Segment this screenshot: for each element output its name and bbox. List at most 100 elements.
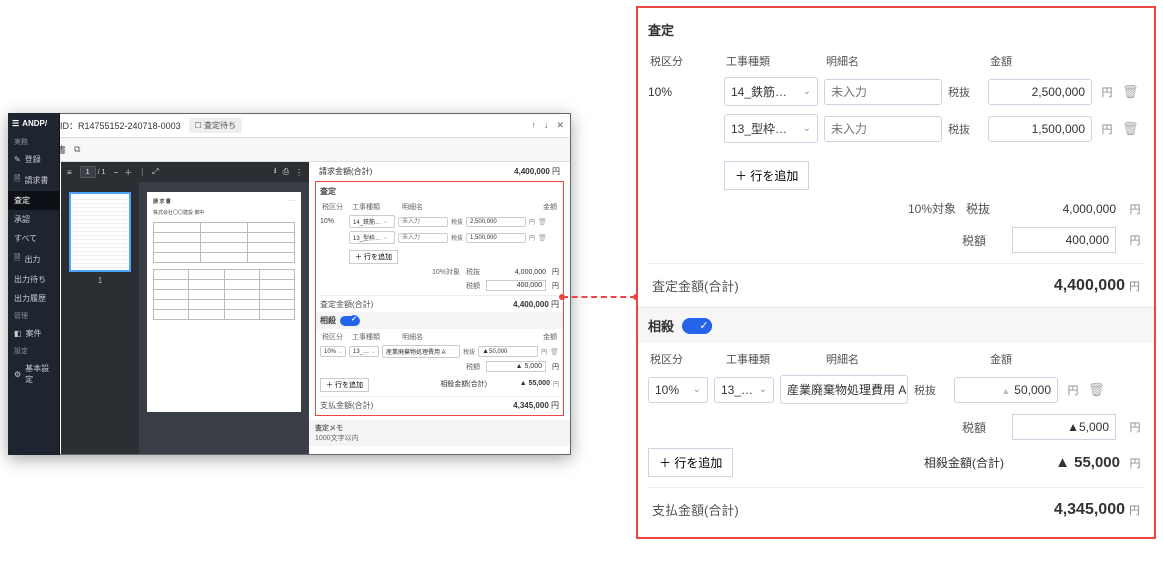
arrow-down-icon[interactable]: ↓ <box>544 120 549 131</box>
amount-input[interactable]: 1,500,000 <box>988 116 1092 142</box>
pdf-viewer: ≡ / 1 −＋｜⤢ ⭳⎙⋮ 1 請 求 書· · · 株式会社〇〇建設 御中 <box>61 162 309 454</box>
sidebar-item-settings[interactable]: ⚙基本設定 <box>8 359 59 389</box>
yen-label: 円 <box>1064 382 1082 398</box>
amount-input[interactable]: 1,500,000 <box>466 233 526 243</box>
construction-type-select[interactable]: 13_…⌄ <box>714 377 774 403</box>
download-icon[interactable]: ⭳ <box>274 165 277 179</box>
tax-amount-input[interactable]: 400,000 <box>1012 227 1116 253</box>
sidebar-item-register[interactable]: ✎登録 <box>8 150 59 169</box>
construction-type-select[interactable]: 13_… <box>349 346 379 357</box>
sidebar-item-output-wait[interactable]: 出力待ち <box>8 270 59 289</box>
assess-section-title: 査定 <box>320 184 559 199</box>
thumbnails-panel: 1 <box>61 182 139 454</box>
column-headers: 税区分 工事種類 明細名 金額 <box>648 53 1144 69</box>
highlighted-panel: 査定 税区分工事種類明細名金額 10% 14_鉄筋… 税抜 2,500,000 … <box>315 181 564 416</box>
sidebar-item-approval[interactable]: 承認 <box>8 210 59 229</box>
sidebar-item-assessment[interactable]: 査定 <box>8 191 59 210</box>
app-window: 🗎 請求書ID：R14755152-240718-0003 ☐ 査定待ち ↑ ↓… <box>8 113 571 455</box>
trash-icon[interactable]: 🗑 <box>1088 382 1104 398</box>
yen-label: 円 <box>1098 121 1116 137</box>
page-thumbnail[interactable] <box>69 192 131 272</box>
sidebar-section: 実務 <box>8 134 59 150</box>
print-icon[interactable]: ⎙ <box>283 167 289 177</box>
add-row-button[interactable]: ＋ 行を追加 <box>648 448 733 477</box>
request-total-amount: 4,400,000 <box>514 167 550 176</box>
request-total-label: 請求金額(合計) <box>319 166 372 177</box>
zoom-in-icon[interactable]: ＋ <box>124 167 132 178</box>
offset-row: 10%⌄ 13_…⌄ 産業廃棄物処理費用 A 税抜 ▲50,000 円 🗑 <box>648 375 1144 404</box>
tax-amount-input[interactable]: ▲5,000 <box>1012 414 1116 440</box>
menu-icon[interactable]: ≡ <box>67 168 72 177</box>
assessment-row: 13_型枠…⌄ 税抜 1,500,000 円 🗑 <box>648 114 1144 143</box>
yen-label: 円 <box>1098 84 1116 100</box>
tax-excl-label: 税抜 <box>948 84 982 100</box>
subtotal-excl: 4,000,000 <box>1016 202 1116 216</box>
column-headers: 税区分 工事種類 明細名 金額 <box>648 351 1144 367</box>
sidebar-item-output[interactable]: 🗎出力 <box>8 248 59 270</box>
page-total: / 1 <box>98 169 106 176</box>
connector-line <box>562 296 636 298</box>
tax-rate-label: 10% <box>648 85 718 99</box>
construction-type-select[interactable]: 13_型枠…⌄ <box>724 114 818 143</box>
pdf-page-content: 請 求 書· · · 株式会社〇〇建設 御中 <box>147 192 301 412</box>
trash-icon[interactable]: 🗑 <box>1122 84 1138 100</box>
sidebar-item-output-hist[interactable]: 出力履歴 <box>8 289 59 308</box>
page-current-input[interactable] <box>80 166 96 178</box>
offset-name-input[interactable]: 産業廃棄物処理費用 A <box>382 345 460 358</box>
sidebar-item-invoice[interactable]: 🗎請求書 <box>8 169 59 191</box>
assess-section-title: 査定 <box>648 14 1144 45</box>
memo-section: 査定メモ1000文字以内 <box>309 420 570 446</box>
zoom-out-icon[interactable]: − <box>113 168 118 177</box>
offset-name-input[interactable]: 産業廃棄物処理費用 A <box>780 375 908 404</box>
sidebar-item-all[interactable]: すべて <box>8 229 59 248</box>
pdf-toolbar: ≡ / 1 −＋｜⤢ ⭳⎙⋮ <box>61 162 309 182</box>
tax-excl-label: 税抜 <box>914 382 948 398</box>
amount-input[interactable]: 2,500,000 <box>988 79 1092 105</box>
trash-icon[interactable]: 🗑 <box>538 218 547 226</box>
assess-total-label: 査定金額(合計) <box>652 276 739 295</box>
more-icon[interactable]: ⋮ <box>295 168 303 177</box>
arrow-up-icon[interactable]: ↑ <box>531 120 536 131</box>
offset-total-amount: ▲ 55,000 <box>1010 454 1120 471</box>
sidebar-item-project[interactable]: ◧案件 <box>8 324 59 343</box>
trash-icon[interactable]: 🗑 <box>550 348 559 356</box>
detail-name-input[interactable] <box>824 116 942 142</box>
left-sidebar: ☰ANDP/ 実務 ✎登録 🗎請求書 査定 承認 すべて 🗎出力 出力待ち 出力… <box>8 113 60 455</box>
sidebar-section: 設定 <box>8 343 59 359</box>
tax-amount-input[interactable]: 400,000 <box>486 280 546 291</box>
tax-amount-input[interactable]: ▲ 5,000 <box>486 361 546 372</box>
offset-section-header: 相殺 <box>316 312 563 329</box>
amount-input[interactable]: ▲50,000 <box>954 377 1058 403</box>
add-row-button[interactable]: ＋ 行を追加 <box>320 378 369 392</box>
status-badge: ☐ 査定待ち <box>189 118 242 133</box>
assess-total-amount: 4,400,000 <box>1054 277 1125 294</box>
construction-type-select[interactable]: 13_型枠… <box>349 231 395 244</box>
tax-rate-select[interactable]: 10%⌄ <box>648 377 708 403</box>
assessment-row: 10% 14_鉄筋…⌄ 税抜 2,500,000 円 🗑 <box>648 77 1144 106</box>
detail-name-input[interactable] <box>824 79 942 105</box>
trash-icon[interactable]: 🗑 <box>1122 121 1138 137</box>
construction-type-select[interactable]: 14_鉄筋… <box>349 215 395 228</box>
add-row-button[interactable]: ＋ 行を追加 <box>349 250 398 264</box>
detail-pane: 請求金額(合計)4,400,000 円 査定 税区分工事種類明細名金額 10% … <box>309 162 570 454</box>
close-icon[interactable]: ✕ <box>556 120 564 131</box>
pay-total-amount: 4,345,000 <box>1054 501 1125 518</box>
construction-type-select[interactable]: 14_鉄筋…⌄ <box>724 77 818 106</box>
tax-select[interactable]: 10% <box>320 346 346 357</box>
detail-name-input[interactable] <box>398 217 448 227</box>
offset-toggle[interactable] <box>340 316 360 326</box>
offset-total-label: 相殺金額(合計) <box>924 454 1004 471</box>
fit-icon[interactable]: ⤢ <box>152 167 158 177</box>
offset-toggle[interactable] <box>682 318 712 334</box>
enlarged-detail-panel: 査定 税区分 工事種類 明細名 金額 10% 14_鉄筋…⌄ 税抜 2,500,… <box>636 6 1156 539</box>
detail-name-input[interactable] <box>398 233 448 243</box>
trash-icon[interactable]: 🗑 <box>538 234 547 242</box>
add-row-button[interactable]: ＋ 行を追加 <box>724 161 809 190</box>
target-10-label: 10%対象 <box>908 200 956 217</box>
brand-logo: ☰ANDP/ <box>8 113 59 134</box>
amount-input[interactable]: ▲ 50,000 <box>478 346 538 357</box>
external-link-icon[interactable]: ⧉ <box>74 144 86 156</box>
amount-input[interactable]: 2,500,000 <box>466 217 526 227</box>
thumb-number: 1 <box>98 276 102 285</box>
sidebar-section: 管理 <box>8 308 59 324</box>
